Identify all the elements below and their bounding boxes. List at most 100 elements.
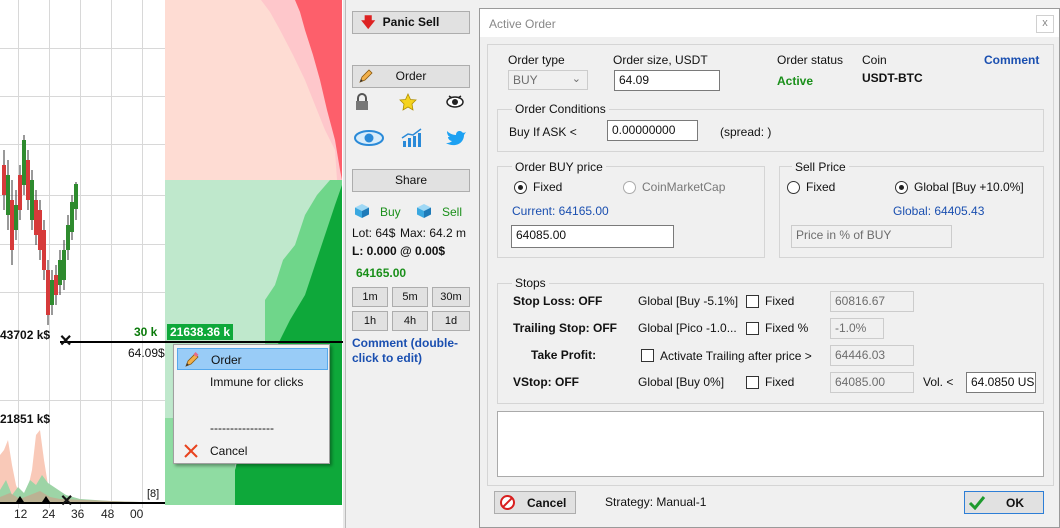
sell-global-value: Global: 64405.43	[893, 204, 985, 218]
sell-fixed-radio[interactable]	[787, 181, 800, 194]
take-profit-input[interactable]: 64446.03	[830, 345, 914, 366]
eye-icon[interactable]	[354, 128, 384, 148]
buy-cmc-radio[interactable]	[623, 181, 636, 194]
sell-percent-input[interactable]: Price in % of BUY	[791, 225, 952, 248]
stop-loss-input[interactable]: 60816.67	[830, 291, 914, 312]
order-status-value: Active	[777, 74, 814, 88]
trailing-fixed-label: Fixed %	[765, 321, 809, 335]
price-label-mid: 21851 k$	[0, 412, 51, 426]
timeframe-5m-button[interactable]: 5m	[392, 287, 428, 307]
panic-sell-label: Panic Sell	[382, 15, 440, 29]
buy-label: Buy	[380, 205, 401, 219]
lot-label: Lot: 64$	[352, 226, 396, 240]
coin-value: USDT-BTC	[862, 71, 923, 85]
menu-item-immune[interactable]: Immune for clicks	[177, 371, 328, 393]
comment-link[interactable]: Comment (double-click to edit)	[352, 336, 472, 366]
strategy-label: Strategy: Manual-1	[605, 495, 707, 509]
candlestick-series	[2, 135, 78, 325]
share-label: Share	[394, 173, 428, 187]
menu-item-label: Cancel	[210, 444, 248, 458]
order-type-value: BUY	[513, 73, 538, 87]
grid-line	[0, 400, 165, 401]
volume-histogram	[0, 430, 165, 503]
vol-input[interactable]: 64.0850 US	[966, 372, 1036, 393]
lock-icon[interactable]	[354, 93, 370, 111]
grid-line	[0, 96, 165, 97]
panel-divider[interactable]	[343, 0, 345, 528]
max-label: Max: 64.2 m	[400, 226, 467, 240]
order-qty-label: 30 k	[134, 325, 158, 339]
close-button[interactable]: x	[1036, 15, 1054, 33]
arrow-down-icon: 🡇	[361, 14, 376, 30]
order-size-label: Order size, USDT	[613, 53, 708, 67]
dialog-title: Active Order	[489, 17, 556, 31]
order-button[interactable]: Order	[352, 65, 470, 88]
axis-caret-icon	[16, 496, 24, 502]
star-icon[interactable]	[399, 93, 417, 111]
cube-icon	[355, 204, 369, 218]
order-line[interactable]	[60, 341, 345, 343]
sell-button[interactable]: Sell	[416, 203, 470, 221]
coin-label: Coin	[862, 53, 887, 67]
stops-title: Stops	[512, 276, 549, 290]
axis-caret-icon	[42, 496, 50, 502]
ok-button[interactable]: OK	[964, 491, 1044, 514]
notes-textarea[interactable]	[497, 411, 1044, 477]
chart-growth-icon[interactable]	[401, 128, 423, 148]
timeframe-1m-button[interactable]: 1m	[352, 287, 388, 307]
x-tick-label: 36	[71, 507, 85, 521]
menu-item-order[interactable]: Order	[177, 348, 328, 370]
time-axis-line	[0, 502, 165, 504]
share-button[interactable]: Share	[352, 169, 470, 192]
timeframe-4h-button[interactable]: 4h	[392, 311, 428, 331]
menu-separator-label: ----------------	[210, 421, 274, 435]
price-label-high: 43702 k$	[0, 328, 51, 342]
x-tick-label: 12	[14, 507, 28, 521]
buy-button[interactable]: Buy	[354, 203, 408, 221]
vstop-fixed-label: Fixed	[765, 375, 795, 389]
buy-current-label: Current: 64165.00	[512, 204, 609, 218]
stop-loss-fixed-label: Fixed	[765, 294, 795, 308]
buy-price-input[interactable]: 64085.00	[511, 225, 674, 248]
grid-line	[0, 48, 165, 49]
cancel-button[interactable]: Cancel	[494, 491, 576, 514]
menu-item-cancel[interactable]: Cancel	[177, 440, 328, 462]
timeframe-30m-button[interactable]: 30m	[432, 287, 470, 307]
x-tick-label: 24	[42, 507, 56, 521]
pencil-icon	[359, 69, 373, 83]
ok-label: OK	[1006, 496, 1024, 510]
trade-side-panel: 🡇 Panic Sell Order Share Buy Sell Lot: 6…	[345, 0, 477, 528]
bracket-label: [8]	[147, 488, 160, 500]
order-type-select[interactable]: BUY ⌄	[508, 70, 588, 90]
order-size-input[interactable]: 64.09	[614, 70, 720, 91]
timeframe-1d-button[interactable]: 1d	[432, 311, 470, 331]
buy-fixed-radio[interactable]	[514, 181, 527, 194]
chevron-down-icon: ⌄	[571, 73, 581, 85]
menu-item-label: Immune for clicks	[210, 375, 304, 389]
order-conditions-title: Order Conditions	[512, 102, 609, 116]
buy-cmc-label: CoinMarketCap	[642, 180, 726, 194]
dialog-titlebar: Active Order x	[480, 9, 1059, 37]
panic-sell-button[interactable]: 🡇 Panic Sell	[352, 11, 470, 34]
activate-trailing-checkbox[interactable]	[641, 349, 654, 362]
watch-eye-icon[interactable]	[446, 94, 464, 110]
activate-trailing-label: Activate Trailing after price >	[660, 349, 812, 363]
buy-if-ask-input[interactable]: 0.00000000	[607, 120, 698, 141]
timeframe-1h-button[interactable]: 1h	[352, 311, 388, 331]
sell-global-label: Global [Buy +10.0%]	[914, 180, 1024, 194]
cancel-label: Cancel	[527, 496, 567, 510]
spread-label: (spread: )	[720, 125, 772, 139]
order-marker-icon[interactable]: ✕	[59, 334, 72, 350]
comment-link[interactable]: Comment	[984, 53, 1039, 67]
sell-global-radio[interactable]	[895, 181, 908, 194]
buy-price-title: Order BUY price	[512, 160, 606, 174]
order-button-label: Order	[395, 69, 427, 83]
trailing-input[interactable]: -1.0%	[830, 318, 884, 339]
stop-loss-label: Stop Loss: OFF	[513, 294, 603, 308]
trailing-fixed-checkbox[interactable]	[746, 322, 759, 335]
stop-loss-fixed-checkbox[interactable]	[746, 295, 759, 308]
vstop-fixed-checkbox[interactable]	[746, 376, 759, 389]
twitter-icon[interactable]	[446, 128, 468, 148]
take-profit-label: Take Profit:	[531, 348, 597, 362]
vstop-input[interactable]: 64085.00	[830, 372, 914, 393]
